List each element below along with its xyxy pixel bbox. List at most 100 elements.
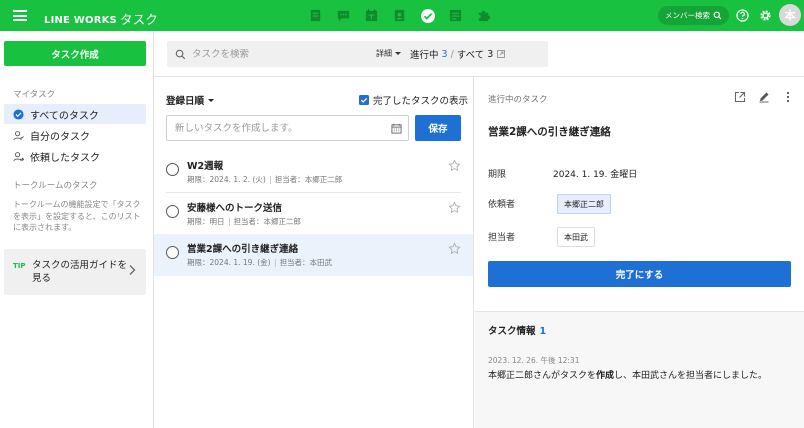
detail-actions: [734, 91, 794, 103]
in-progress-count: 3: [441, 48, 448, 60]
task-assignee: 担当者：本郷正二郎: [233, 217, 302, 226]
puzzle-icon[interactable]: [474, 6, 493, 25]
person-icon: [13, 130, 24, 140]
tip-text: タスクの活用ガイドを見る: [32, 260, 128, 284]
talkroom-description: トークルームの機能設定で「タスクを表示」を設定すると、このリストに表示されます。: [13, 200, 141, 232]
log-message: 本郷正二郎さんがタスクを作成し、本田武さんを担当者にしました。: [488, 368, 767, 381]
complete-task-button[interactable]: 完了にする: [488, 261, 791, 287]
search-icon: [175, 49, 186, 59]
help-icon[interactable]: [736, 9, 749, 22]
task-icon[interactable]: [418, 6, 437, 25]
log-text-part: 本郷正二郎さんがタスクを: [488, 371, 597, 381]
star-icon[interactable]: [448, 242, 461, 255]
task-info-header: タスク情報 1: [488, 323, 546, 337]
save-button[interactable]: 保存: [415, 115, 461, 141]
task-detail-panel: 進行中のタスク 営業2課への引き継ぎ連絡 期限 2024. 1. 19. 金曜日…: [475, 77, 804, 428]
external-link-icon[interactable]: [497, 50, 506, 58]
task-info-section: タスク情報 1 2023. 12. 26. 午後 12:31 本郷正二郎さんがタス…: [475, 311, 804, 428]
form-icon[interactable]: [446, 6, 465, 25]
task-detail: 進行中のタスク 営業2課への引き継ぎ連絡 期限 2024. 1. 19. 金曜日…: [475, 77, 804, 311]
status-tabs: 進行中 3 / すべて 3: [410, 47, 506, 61]
task-row[interactable]: W2週報 期限：2024. 1. 2. (火) 担当者：本郷正二郎: [154, 151, 473, 193]
log-timestamp: 2023. 12. 26. 午後 12:31: [488, 356, 580, 365]
new-task-field: [166, 115, 409, 141]
detail-title: 営業2課への引き継ぎ連絡: [488, 126, 611, 138]
sidebar-item-label: 依頼したタスク: [30, 152, 100, 164]
more-vertical-icon[interactable]: [782, 91, 794, 103]
task-title: 営業2課への引き継ぎ連絡: [187, 244, 299, 255]
contact-icon[interactable]: [390, 6, 409, 25]
chevron-right-icon: [129, 265, 136, 275]
complete-radio[interactable]: [166, 163, 179, 176]
task-info-count: 1: [539, 326, 547, 337]
task-meta: 期限：2024. 1. 2. (火) 担当者：本郷正二郎: [187, 174, 342, 185]
detail-label: 詳細: [376, 49, 392, 58]
caret-down-icon: [395, 52, 401, 55]
member-search-label: メンバー検索: [665, 11, 710, 20]
caret-down-icon: [208, 98, 215, 102]
edit-icon[interactable]: [758, 91, 770, 103]
app-switcher: [306, 6, 493, 25]
assignee-label: 担当者: [488, 233, 516, 243]
complete-radio[interactable]: [166, 205, 179, 218]
gear-icon[interactable]: [759, 9, 772, 22]
task-meta: 期限：2024. 1. 19. (金) 担当者：本田武: [187, 257, 332, 268]
task-meta: 期限：明日 担当者：本郷正二郎: [187, 216, 301, 227]
checkbox-icon[interactable]: [359, 95, 369, 105]
star-icon[interactable]: [448, 201, 461, 214]
check-circle-icon: [13, 108, 24, 120]
task-title: W2週報: [187, 161, 224, 172]
calendar-icon[interactable]: [362, 6, 381, 25]
task-due: 期限：明日: [187, 217, 225, 226]
sidebar: タスク作成 マイタスク すべてのタスク 自分のタスク 依頼したタスク トークルー…: [0, 31, 154, 428]
open-new-window-icon[interactable]: [734, 91, 746, 103]
due-label: 期限: [488, 170, 507, 180]
task-title: 安藤様へのトーク送信: [187, 203, 283, 214]
task-due: 期限：2024. 1. 19. (金): [187, 258, 271, 267]
calendar-icon[interactable]: [391, 123, 402, 134]
sidebar-item-all-tasks[interactable]: すべてのタスク: [4, 104, 146, 124]
avatar[interactable]: 本: [779, 4, 801, 26]
person-request-icon: [13, 151, 24, 161]
tab-all[interactable]: すべて: [457, 47, 484, 61]
brand-name: LINE WORKS: [44, 15, 117, 26]
top-bar: LINE WORKS タスク メンバー検索 本: [0, 0, 804, 31]
requester-chip[interactable]: 本郷正二郎: [557, 194, 611, 214]
chat-icon[interactable]: [334, 6, 353, 25]
search-icon: [713, 11, 722, 20]
requester-label: 依頼者: [488, 200, 516, 210]
sidebar-item-my-tasks[interactable]: 自分のタスク: [4, 125, 146, 145]
log-text-part: し、本田武さんを担当者にしました。: [614, 371, 768, 381]
task-list-panel: 登録日順 完了したタスクの表示 保存 W2週報 期限：2024. 1. 2. (…: [154, 77, 474, 428]
search-input[interactable]: [192, 48, 352, 60]
due-value: 2024. 1. 19. 金曜日: [553, 170, 638, 180]
show-completed-label: 完了したタスクの表示: [373, 96, 469, 107]
tab-in-progress[interactable]: 進行中: [410, 47, 439, 61]
brand-sub: タスク: [119, 12, 159, 27]
sort-dropdown[interactable]: 登録日順: [166, 93, 215, 107]
menu-icon[interactable]: [13, 10, 27, 21]
complete-radio[interactable]: [166, 246, 179, 259]
log-text-action: 作成: [596, 371, 615, 381]
sidebar-item-label: すべてのタスク: [30, 110, 99, 122]
task-row[interactable]: 安藤様へのトーク送信 期限：明日 担当者：本郷正二郎: [154, 193, 473, 235]
show-completed-toggle[interactable]: 完了したタスクの表示: [359, 93, 468, 107]
create-task-button[interactable]: タスク作成: [4, 41, 146, 66]
new-task-input[interactable]: [167, 122, 377, 134]
assignee-chip[interactable]: 本田武: [557, 227, 595, 247]
member-search-button[interactable]: メンバー検索: [658, 6, 729, 25]
task-assignee: 担当者：本田武: [279, 258, 333, 267]
all-count: 3: [487, 48, 494, 60]
star-icon[interactable]: [448, 159, 461, 172]
task-row-selected[interactable]: 営業2課への引き継ぎ連絡 期限：2024. 1. 19. (金) 担当者：本田武: [154, 234, 473, 276]
task-due: 期限：2024. 1. 2. (火): [187, 175, 266, 184]
talkroom-tasks-header: トークルームのタスク: [13, 181, 98, 191]
sidebar-item-label: 自分のタスク: [30, 131, 90, 143]
search-detail-dropdown[interactable]: 詳細: [376, 48, 401, 59]
sidebar-item-requested-tasks[interactable]: 依頼したタスク: [4, 146, 146, 166]
tip-guide-link[interactable]: TIP タスクの活用ガイドを見る: [4, 249, 146, 295]
brand-logo[interactable]: LINE WORKS タスク: [44, 8, 158, 27]
task-assignee: 担当者：本郷正二郎: [274, 175, 343, 184]
note-icon[interactable]: [306, 6, 325, 25]
detail-status: 進行中のタスク: [488, 95, 548, 105]
